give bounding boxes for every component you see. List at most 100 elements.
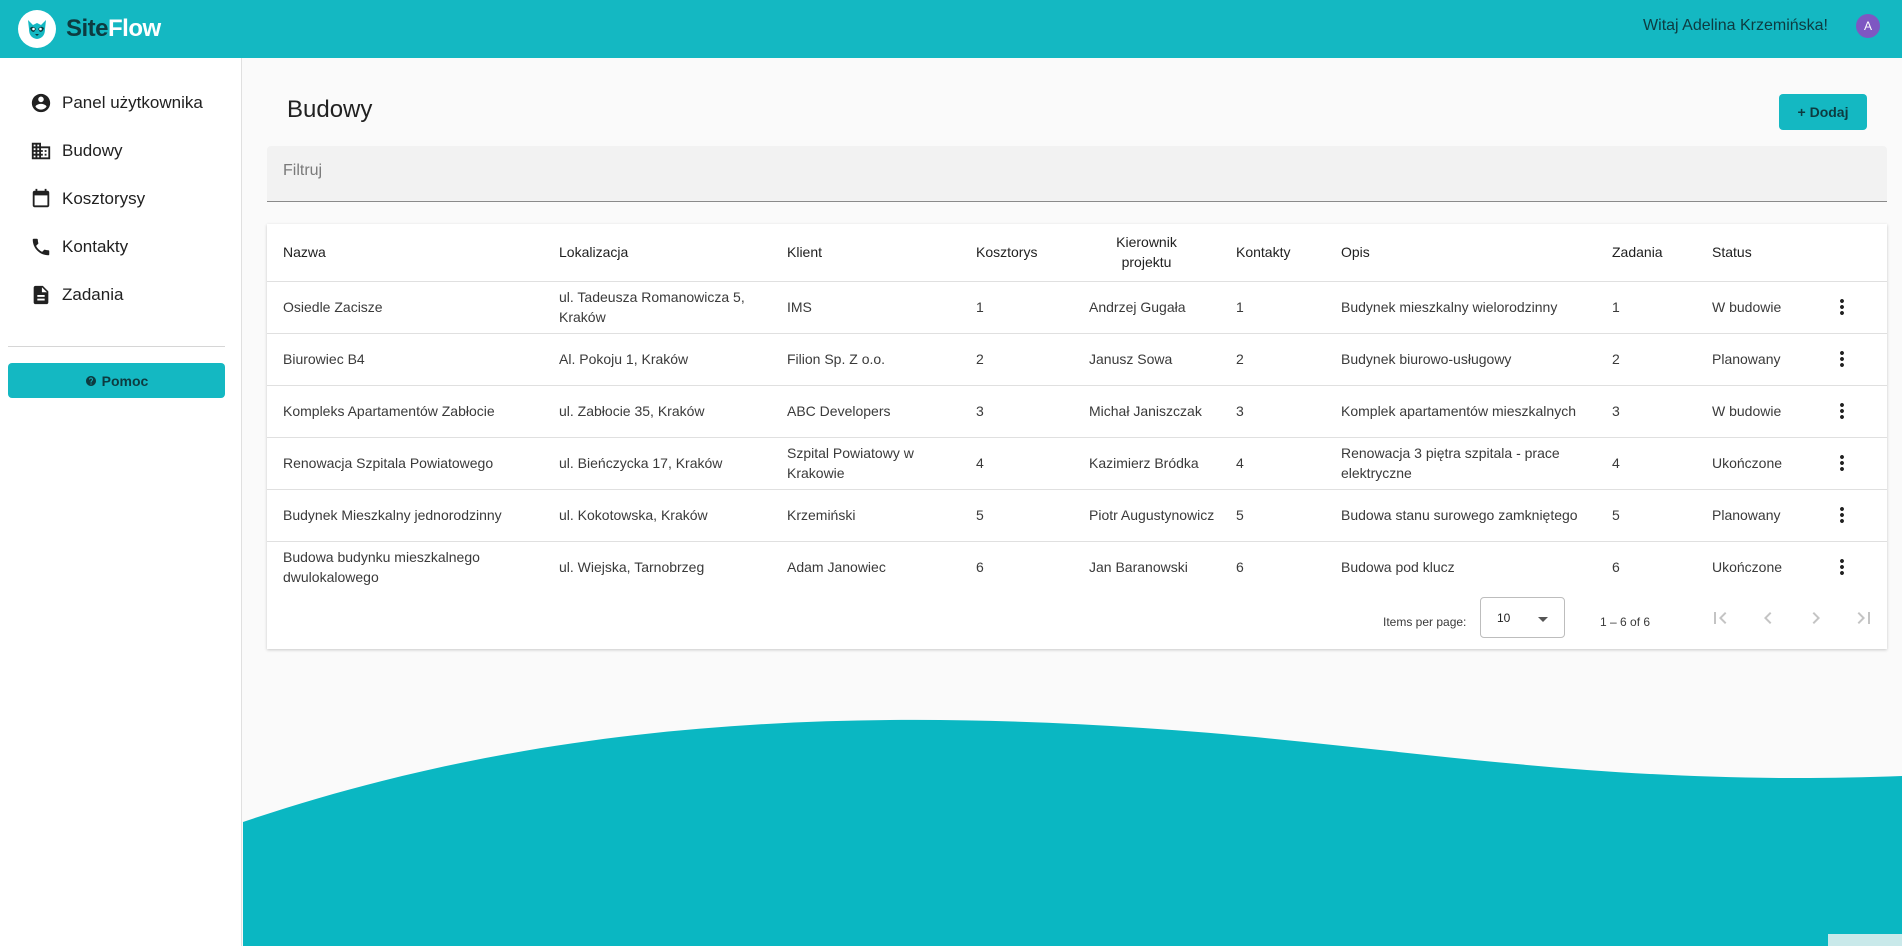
previous-page-button[interactable] xyxy=(1756,606,1780,630)
building-icon xyxy=(31,142,51,160)
cell-kierownik: Jan Baranowski xyxy=(1089,559,1188,576)
cell-status: W budowie xyxy=(1696,385,1812,438)
cell-nazwa: Renowacja Szpitala Powiatowego xyxy=(267,437,543,490)
column-header-opis[interactable]: Opis xyxy=(1325,224,1596,282)
table-row[interactable]: Budowa budynku mieszkalnego dwulokaloweg… xyxy=(267,541,1887,593)
account-circle-icon xyxy=(31,93,51,113)
cell-opis: Budowa pod klucz xyxy=(1341,559,1455,576)
cell-klient: Filion Sp. Z o.o. xyxy=(771,333,960,386)
corner-overlay xyxy=(1828,934,1902,946)
cell-nazwa: Budynek Mieszkalny jednorodzinny xyxy=(267,489,543,542)
last-page-button[interactable] xyxy=(1852,606,1876,630)
constructions-table: Nazwa Lokalizacja Klient Kosztorys Kiero… xyxy=(267,224,1887,593)
sidebar-item-label: Budowy xyxy=(62,141,123,160)
row-menu-button[interactable] xyxy=(1830,347,1854,371)
document-icon xyxy=(33,285,49,305)
next-page-button[interactable] xyxy=(1804,606,1828,630)
row-menu-button[interactable] xyxy=(1830,451,1854,475)
column-header-actions xyxy=(1812,224,1887,282)
help-button-label: Pomoc xyxy=(101,372,149,389)
sidebar-item-budowy[interactable]: Budowy xyxy=(30,139,122,163)
cell-klient: ABC Developers xyxy=(771,385,960,438)
help-button[interactable]: Pomoc xyxy=(8,363,225,398)
column-header-lokalizacja[interactable]: Lokalizacja xyxy=(543,224,771,282)
filter-input[interactable] xyxy=(283,162,1783,180)
app-name-part2: Flow xyxy=(108,15,161,42)
cell-actions xyxy=(1812,333,1887,386)
table-row[interactable]: Renowacja Szpitala Powiatowego ul. Bieńcz… xyxy=(267,437,1887,490)
row-menu-button[interactable] xyxy=(1830,555,1854,579)
app-name: SiteFlow xyxy=(66,15,161,43)
phone-icon xyxy=(32,238,50,256)
cell-kontakty: 2 xyxy=(1220,333,1325,386)
cell-kierownik: Kazimierz Bródka xyxy=(1073,437,1220,490)
cell-kosztorys: 3 xyxy=(960,385,1073,438)
cell-kierownik: Michał Janiszczak xyxy=(1073,385,1220,438)
row-menu-button[interactable] xyxy=(1830,295,1854,319)
constructions-table-card: Nazwa Lokalizacja Klient Kosztorys Kiero… xyxy=(267,224,1887,649)
sidebar: Panel użytkownika Budowy Kosztorysy Kont… xyxy=(0,58,242,946)
cell-opis: Renowacja 3 piętra szpitala - prace elek… xyxy=(1325,437,1596,490)
logo-raccoon-icon xyxy=(18,10,56,48)
cell-kosztorys: 1 xyxy=(960,281,1073,334)
cell-lokalizacja: Al. Pokoju 1, Kraków xyxy=(543,333,771,386)
sidebar-item-kosztorysy[interactable]: Kosztorysy xyxy=(30,187,145,211)
first-page-button[interactable] xyxy=(1708,606,1732,630)
filter-field[interactable] xyxy=(267,146,1887,202)
table-row[interactable]: Budynek Mieszkalny jednorodzinny ul. Koko… xyxy=(267,489,1887,542)
add-button[interactable]: + Dodaj xyxy=(1779,94,1867,130)
column-header-kierownik-label: Kierownik projektu xyxy=(1116,234,1177,271)
cell-kierownik: Piotr Augustynowicz xyxy=(1073,489,1220,542)
column-header-klient[interactable]: Klient xyxy=(771,224,960,282)
cell-kontakty: 4 xyxy=(1220,437,1325,490)
cell-zadania: 5 xyxy=(1596,489,1696,542)
cell-nazwa: Budowa budynku mieszkalnego dwulokaloweg… xyxy=(283,549,480,586)
table-row[interactable]: Kompleks Apartamentów Zabłocie ul. Zabłoc… xyxy=(267,385,1887,438)
paginator: Items per page: 10 1 – 6 of 6 xyxy=(267,596,1887,649)
cell-status: W budowie xyxy=(1696,281,1812,334)
chevron-left-icon xyxy=(1764,612,1772,624)
items-per-page-select[interactable]: 10 xyxy=(1480,597,1565,638)
cell-kontakty: 6 xyxy=(1236,559,1244,576)
items-per-page-label: Items per page: xyxy=(1383,615,1467,629)
cell-kontakty: 1 xyxy=(1220,281,1325,334)
cell-opis: Budynek biurowo-usługowy xyxy=(1325,333,1596,386)
column-header-kosztorys[interactable]: Kosztorys xyxy=(960,224,1073,282)
cell-zadania: 3 xyxy=(1596,385,1696,438)
app-logo[interactable]: SiteFlow xyxy=(18,10,161,48)
cell-klient: Szpital Powiatowy w Krakowie xyxy=(771,437,960,490)
sidebar-item-label: Panel użytkownika xyxy=(62,93,203,112)
sidebar-item-zadania[interactable]: Zadania xyxy=(30,283,123,307)
table-row[interactable]: Osiedle Zacisze ul. Tadeusza Romanowicza … xyxy=(267,281,1887,334)
cell-status: Ukończone xyxy=(1696,437,1812,490)
chevron-right-icon xyxy=(1812,612,1820,624)
more-vert-icon xyxy=(1840,507,1844,523)
column-header-status[interactable]: Status xyxy=(1696,224,1812,282)
more-vert-icon xyxy=(1840,299,1844,315)
table-header-row: Nazwa Lokalizacja Klient Kosztorys Kiero… xyxy=(267,224,1887,282)
cell-lokalizacja: ul. Kokotowska, Kraków xyxy=(543,489,771,542)
cell-kosztorys: 4 xyxy=(960,437,1073,490)
row-menu-button[interactable] xyxy=(1830,503,1854,527)
items-per-page-value: 10 xyxy=(1497,611,1511,625)
cell-actions xyxy=(1812,541,1887,593)
more-vert-icon xyxy=(1840,455,1844,471)
last-page-icon xyxy=(1857,612,1870,624)
first-page-icon xyxy=(1714,612,1727,624)
sidebar-item-kontakty[interactable]: Kontakty xyxy=(30,235,128,259)
row-menu-button[interactable] xyxy=(1830,399,1854,423)
cell-kosztorys: 2 xyxy=(960,333,1073,386)
avatar[interactable]: A xyxy=(1856,14,1880,38)
sidebar-item-panel-uzytkownika[interactable]: Panel użytkownika xyxy=(30,91,203,115)
column-header-kontakty[interactable]: Kontakty xyxy=(1220,224,1325,282)
column-header-kierownik-projektu[interactable]: Kierownik projektu xyxy=(1073,224,1220,282)
page-range-label: 1 – 6 of 6 xyxy=(1600,615,1651,629)
column-header-zadania[interactable]: Zadania xyxy=(1596,224,1696,282)
table-row[interactable]: Biurowiec B4 Al. Pokoju 1, Kraków Filion S… xyxy=(267,333,1887,386)
cell-actions xyxy=(1812,281,1887,334)
more-vert-icon xyxy=(1840,351,1844,367)
background-wave xyxy=(243,719,1902,946)
cell-zadania: 4 xyxy=(1596,437,1696,490)
cell-status: Planowany xyxy=(1696,489,1812,542)
column-header-nazwa[interactable]: Nazwa xyxy=(267,224,543,282)
